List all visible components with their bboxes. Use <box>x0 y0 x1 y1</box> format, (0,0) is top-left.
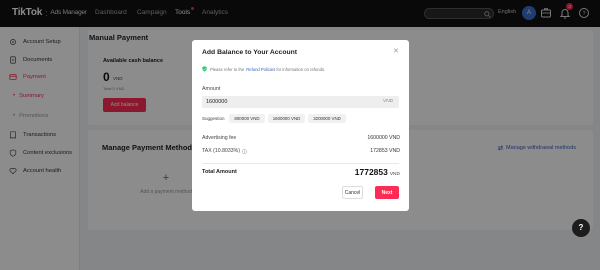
advertising-fee-label: Advertising fee <box>202 135 237 141</box>
add-balance-modal: Add Balance to Your Account ✕ Please ref… <box>192 40 409 211</box>
shield-check-icon <box>202 66 207 72</box>
suggestion-chip-3[interactable]: 3200000 VND <box>308 114 346 123</box>
total-amount-unit: VND <box>389 172 400 177</box>
suggestion-chip-2[interactable]: 1600000 VND <box>268 114 305 123</box>
advertising-fee-value: 1600000 VND <box>367 135 400 141</box>
close-icon[interactable]: ✕ <box>393 47 399 55</box>
tax-label: TAX (10.8033%) <box>202 148 240 154</box>
tax-row: TAX (10.8033%) <box>202 148 247 154</box>
amount-label: Amount <box>202 86 221 92</box>
amount-unit: VND <box>383 99 394 104</box>
total-amount: 1772853 VND <box>355 167 400 177</box>
refund-notice-pre: Please refer to the <box>210 66 245 72</box>
amount-input[interactable] <box>202 96 399 108</box>
suggestion-chip-1[interactable]: 800000 VND <box>229 114 265 123</box>
divider <box>202 163 399 164</box>
tax-value: 172853 VND <box>370 148 400 154</box>
modal-title: Add Balance to Your Account <box>202 49 298 56</box>
refund-notice-post: for information on refunds. <box>276 66 326 72</box>
total-amount-value: 1772853 <box>354 167 388 177</box>
total-amount-label: Total Amount <box>202 169 237 175</box>
cancel-button[interactable]: Cancel <box>342 186 363 199</box>
next-button[interactable]: Next <box>375 186 399 199</box>
info-icon[interactable] <box>242 148 247 154</box>
refund-notice: Please refer to the Refund Policies for … <box>202 66 325 72</box>
help-chat-button[interactable]: ? <box>572 219 590 237</box>
refund-policies-link[interactable]: Refund Policies <box>246 67 275 72</box>
suggestion-label: Suggestion <box>202 116 225 121</box>
